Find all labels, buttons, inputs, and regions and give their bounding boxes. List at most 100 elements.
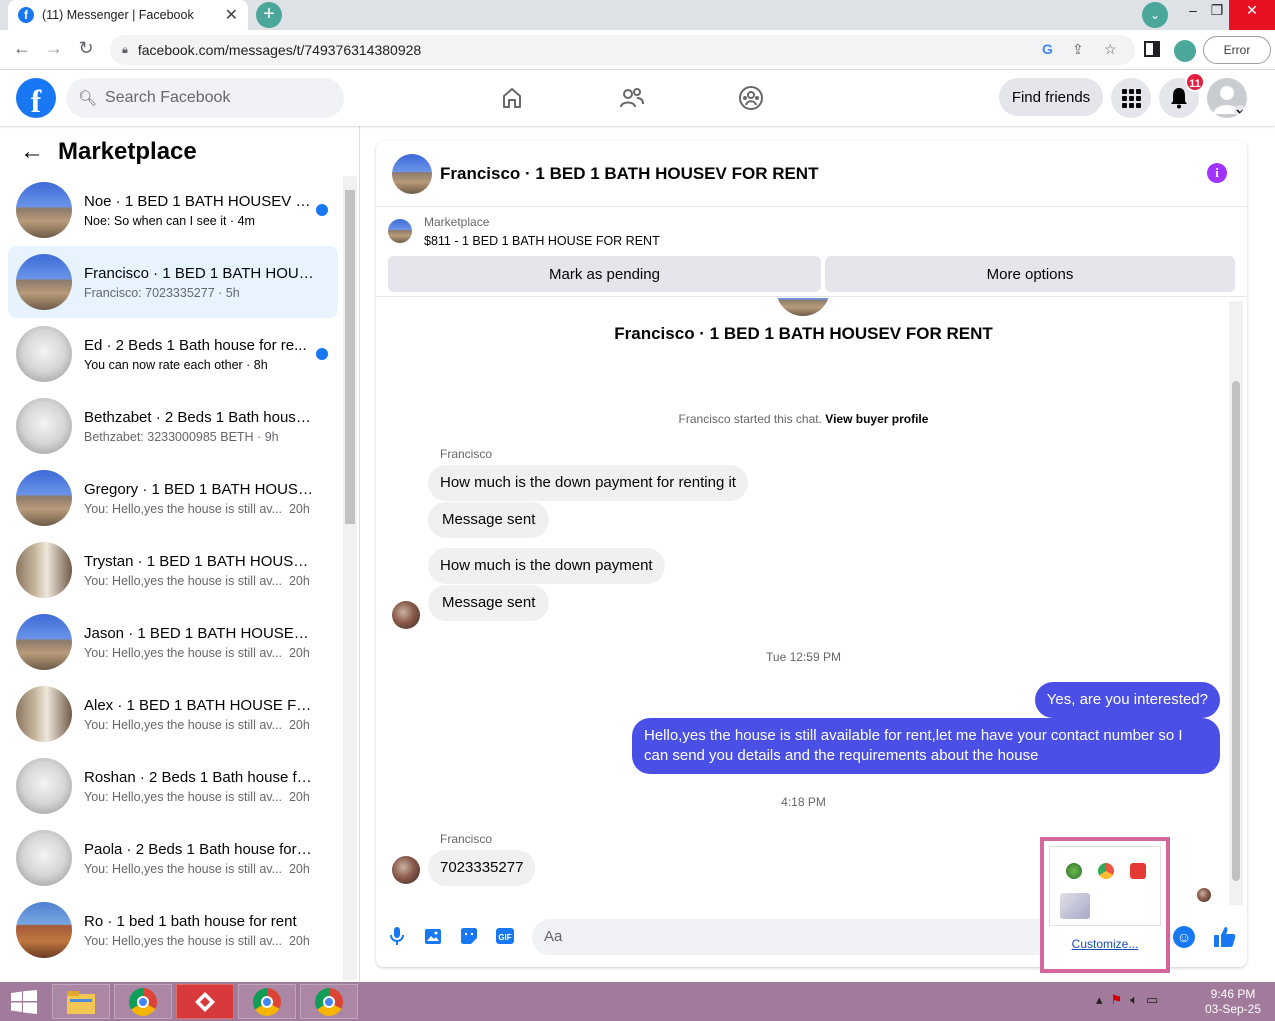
display-icon[interactable]: ▭: [1146, 992, 1158, 1008]
incoming-message[interactable]: How much is the down payment: [428, 548, 665, 584]
search-input[interactable]: 🔍︎ Search Facebook: [66, 78, 344, 118]
separator: [282, 574, 289, 588]
taskbar-clock[interactable]: 9:46 PM 03-Sep-25: [1200, 987, 1266, 1017]
chrome-taskbar-icon[interactable]: [300, 984, 358, 1019]
account-avatar[interactable]: [1207, 78, 1247, 118]
google-lens-icon[interactable]: G: [1042, 41, 1053, 57]
customize-link[interactable]: Customize...: [1044, 937, 1166, 951]
pen-tool-icon[interactable]: [1060, 893, 1090, 919]
new-tab-button[interactable]: +: [256, 2, 282, 28]
back-arrow-icon[interactable]: ←: [20, 138, 44, 166]
conversation-item[interactable]: Jason · 1 BED 1 BATH HOUSEV F... You: Hel…: [8, 606, 338, 678]
conversation-item[interactable]: Ro · 1 bed 1 bath house for rent You: Hel…: [8, 894, 338, 966]
network-warning-icon[interactable]: ⚑: [1111, 992, 1123, 1008]
view-buyer-profile-link[interactable]: View buyer profile: [825, 412, 928, 426]
conversation-item[interactable]: Gregory · 1 BED 1 BATH HOUSE... You: Hell…: [8, 462, 338, 534]
outgoing-message[interactable]: Hello,yes the house is still available f…: [632, 718, 1220, 774]
incoming-message[interactable]: Message sent: [428, 585, 550, 621]
microphone-icon[interactable]: [386, 925, 408, 947]
chrome-taskbar-icon[interactable]: [114, 984, 172, 1019]
chat-avatar[interactable]: [392, 153, 432, 194]
app-tray-icon[interactable]: [1098, 863, 1114, 879]
conversation-name: Alex · 1 BED 1 BATH HOUSE FOR...: [84, 696, 314, 714]
reload-icon[interactable]: ↻: [74, 38, 98, 59]
tray-expand-icon[interactable]: ▴: [1096, 992, 1103, 1008]
sender-avatar[interactable]: [392, 601, 420, 629]
sender-avatar[interactable]: [392, 856, 420, 884]
conversation-info: Ed · 2 Beds 1 Bath house for re... You ca…: [84, 337, 338, 372]
conversation-item[interactable]: Paola · 2 Beds 1 Bath house for r... You:…: [8, 822, 338, 894]
info-icon[interactable]: i: [1207, 163, 1227, 183]
chrome-taskbar-icon[interactable]: [238, 984, 296, 1019]
scrollbar-thumb[interactable]: [345, 190, 355, 524]
anydesk-icon[interactable]: [1130, 863, 1146, 879]
error-button[interactable]: Error: [1203, 36, 1271, 64]
share-icon[interactable]: ⇪: [1072, 41, 1084, 58]
bookmark-star-icon[interactable]: ☆: [1104, 41, 1117, 58]
outgoing-message[interactable]: Yes, are you interested?: [1034, 682, 1220, 718]
marketplace-sidebar: ← Marketplace Noe · 1 BED 1 BATH HOUSEV …: [0, 126, 360, 982]
conversation-item[interactable]: Alex · 1 BED 1 BATH HOUSE FOR... You: Hel…: [8, 678, 338, 750]
windows-start-icon[interactable]: [10, 990, 38, 1014]
listing-avatar: [16, 614, 72, 670]
incoming-message[interactable]: Message sent: [428, 502, 550, 538]
clock-date: 03-Sep-25: [1204, 1002, 1262, 1016]
file-explorer-icon[interactable]: [52, 984, 110, 1019]
conversation-list: Noe · 1 BED 1 BATH HOUSEV F... Noe: So wh…: [8, 174, 338, 974]
gif-icon[interactable]: GIF: [494, 925, 516, 947]
marketplace-label: Marketplace: [424, 215, 490, 229]
conversation-item[interactable]: Roshan · 2 Beds 1 Bath house fo... You: H…: [8, 750, 338, 822]
conversation-item[interactable]: Noe · 1 BED 1 BATH HOUSEV F... Noe: So wh…: [8, 174, 338, 246]
timestamp: Tue 12:59 PM: [766, 650, 841, 664]
back-icon[interactable]: ←: [10, 38, 34, 59]
separator: [282, 790, 289, 804]
thumbs-up-icon[interactable]: [1213, 925, 1237, 949]
scrollbar-thumb[interactable]: [1232, 381, 1240, 881]
more-options-button[interactable]: More options: [825, 256, 1235, 292]
conversation-info: Gregory · 1 BED 1 BATH HOUSE... You: Hell…: [84, 481, 338, 516]
chat-scrollbar[interactable]: [1229, 301, 1243, 905]
incoming-message[interactable]: 7023335277: [428, 850, 536, 886]
chat-title[interactable]: Francisco · 1 BED 1 BATH HOUSEV FOR RENT: [440, 164, 818, 184]
home-icon[interactable]: [494, 80, 530, 116]
friends-icon[interactable]: [614, 80, 650, 116]
url-bar[interactable]: 🔒︎ facebook.com/messages/t/7493763143809…: [110, 35, 1135, 65]
system-tray: ▴ ⚑ 🔈︎ ▭: [1096, 992, 1158, 1008]
started-text: Francisco started this chat.: [678, 412, 822, 426]
volume-icon[interactable]: 🔈︎: [1130, 992, 1138, 1008]
tab-title: (11) Messenger | Facebook: [42, 8, 194, 22]
listing-thumbnail[interactable]: [388, 219, 412, 243]
groups-icon[interactable]: [733, 80, 769, 116]
sticker-icon[interactable]: [458, 925, 480, 947]
incoming-message[interactable]: How much is the down payment for renting…: [428, 465, 748, 501]
conversation-item[interactable]: Trystan · 1 BED 1 BATH HOUSE F... You: He…: [8, 534, 338, 606]
anydesk-taskbar-icon[interactable]: [176, 984, 234, 1019]
side-panel-icon[interactable]: [1144, 41, 1160, 57]
facebook-logo-icon[interactable]: f: [16, 78, 56, 119]
conversation-info: Trystan · 1 BED 1 BATH HOUSE F... You: He…: [84, 553, 338, 588]
mark-as-pending-button[interactable]: Mark as pending: [388, 256, 821, 292]
conversation-time: 20h: [288, 789, 310, 804]
separator: ·: [253, 429, 265, 444]
tab-search-button[interactable]: ⌄: [1142, 2, 1168, 28]
photo-icon[interactable]: [422, 925, 444, 947]
tab-close-icon[interactable]: ✕: [225, 5, 238, 25]
find-friends-button[interactable]: Find friends: [999, 78, 1103, 116]
conversation-item[interactable]: Francisco · 1 BED 1 BATH HOUSE... Francis…: [8, 246, 338, 318]
globe-app-icon[interactable]: [1066, 863, 1082, 879]
listing-avatar: [16, 758, 72, 814]
conversation-preview-line: You: Hello,yes the house is still av... …: [84, 862, 338, 876]
conversation-item[interactable]: Bethzabet · 2 Beds 1 Bath house... Bethza…: [8, 390, 338, 462]
window-close-button[interactable]: ✕: [1229, 0, 1275, 30]
separator: [282, 718, 289, 732]
facebook-header: f 🔍︎ Search Facebook Find friends 11: [0, 70, 1275, 126]
menu-grid-icon[interactable]: [1111, 78, 1151, 118]
forward-icon[interactable]: →: [42, 38, 66, 59]
listing-title[interactable]: $811 - 1 BED 1 BATH HOUSE FOR RENT: [424, 234, 660, 248]
browser-tab[interactable]: f (11) Messenger | Facebook ✕: [8, 0, 248, 30]
conversation-preview-line: Bethzabet: 3233000985 BETH · 9h: [84, 430, 338, 444]
conversation-item[interactable]: Ed · 2 Beds 1 Bath house for re... You ca…: [8, 318, 338, 390]
sidebar-scrollbar[interactable]: [343, 176, 357, 980]
emoji-icon[interactable]: ☺: [1173, 926, 1195, 948]
profile-avatar-icon[interactable]: [1174, 40, 1196, 62]
